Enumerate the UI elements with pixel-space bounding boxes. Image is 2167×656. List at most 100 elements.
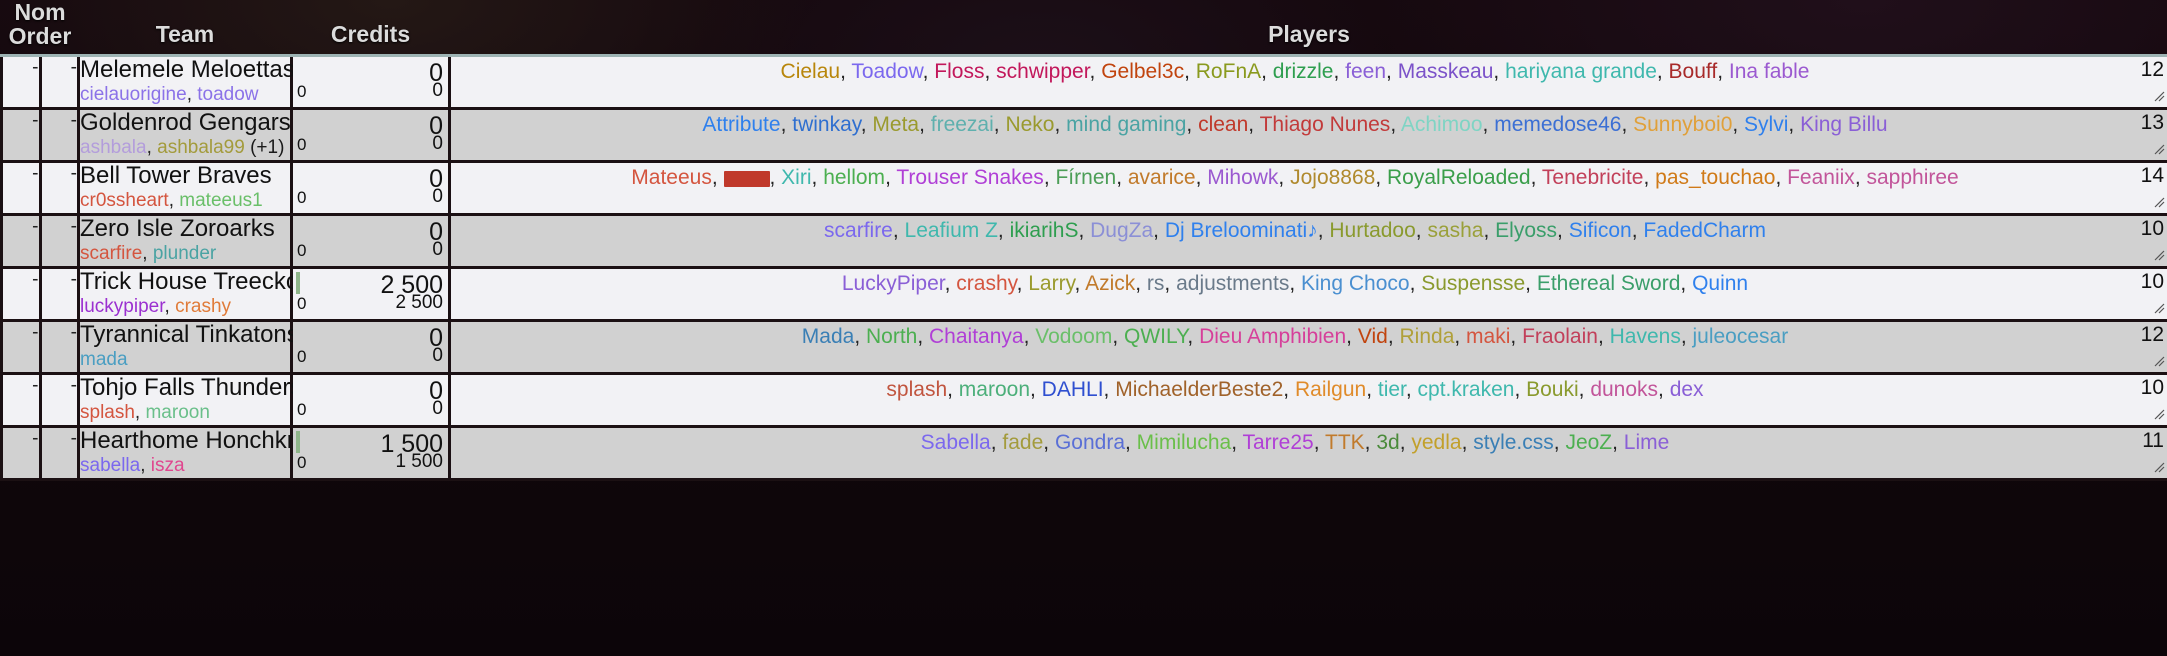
credits-cell[interactable]: 000 <box>290 319 451 376</box>
player-name[interactable]: Suspensse <box>1421 272 1525 295</box>
team-member[interactable]: cr0ssheart <box>80 190 169 211</box>
player-name[interactable]: hariyana grande <box>1505 60 1657 83</box>
player-name[interactable]: sapphiree <box>1866 166 1958 189</box>
order-cell[interactable]: - <box>38 107 80 164</box>
player-name[interactable]: Tenebricite <box>1542 166 1644 189</box>
nom-cell[interactable]: - <box>0 213 42 270</box>
player-name[interactable]: twinkay <box>792 113 860 136</box>
team-member[interactable]: ashbala99 <box>157 137 245 158</box>
team-cell[interactable]: Zero Isle Zoroarks scarfire, plunder <box>77 213 293 270</box>
player-name[interactable]: pas_touchao <box>1655 166 1775 189</box>
team-member[interactable]: mada <box>80 349 128 370</box>
player-name[interactable]: ikiarihS <box>1010 219 1079 242</box>
column-header-team[interactable]: Team <box>78 0 292 58</box>
player-name[interactable]: Gondra <box>1055 431 1125 454</box>
credits-cell[interactable]: 000 <box>290 213 451 270</box>
player-name[interactable]: drizzle <box>1273 60 1334 83</box>
player-name[interactable]: Hurtadoo <box>1329 219 1415 242</box>
player-name[interactable]: QWILY <box>1124 325 1187 348</box>
player-name[interactable]: Havens <box>1610 325 1681 348</box>
team-member[interactable]: maroon <box>145 402 209 423</box>
resize-grip-icon[interactable] <box>2151 194 2165 208</box>
player-name[interactable]: feen <box>1345 60 1386 83</box>
player-name[interactable]: style.css <box>1473 431 1554 454</box>
player-name[interactable]: Mihowk <box>1207 166 1278 189</box>
nom-cell[interactable]: - <box>0 266 42 323</box>
player-name[interactable]: memedose46 <box>1494 113 1621 136</box>
team-cell[interactable]: Tyrannical Tinkatons mada <box>77 319 299 376</box>
player-name[interactable]: dex <box>1670 378 1704 401</box>
player-name[interactable]: Feaniix <box>1787 166 1855 189</box>
team-member[interactable]: scarfire <box>80 243 142 264</box>
column-header-nom-order[interactable]: Nom Order <box>1 0 79 58</box>
nom-cell[interactable]: - <box>0 372 42 429</box>
nom-cell[interactable]: - <box>0 160 42 217</box>
player-name[interactable]: schwipper <box>996 60 1089 83</box>
player-name[interactable]: rs <box>1147 272 1165 295</box>
player-name[interactable]: clean <box>1198 113 1248 136</box>
player-name[interactable]: yedla <box>1411 431 1461 454</box>
player-name[interactable]: Fírnen <box>1055 166 1116 189</box>
team-member[interactable]: splash <box>80 402 135 423</box>
credits-cell[interactable]: 000 <box>290 160 451 217</box>
player-name[interactable]: Fraolain <box>1522 325 1598 348</box>
player-name[interactable]: juleocesar <box>1692 325 1788 348</box>
player-name[interactable]: Sylvi <box>1744 113 1788 136</box>
player-name[interactable]: Sunnyboi0 <box>1633 113 1732 136</box>
order-cell[interactable]: - <box>38 160 80 217</box>
player-name[interactable]: Thiago Nunes <box>1260 113 1391 136</box>
player-name[interactable]: splash <box>886 378 947 401</box>
player-name[interactable]: avarice <box>1128 166 1196 189</box>
player-name[interactable]: Leafium Z <box>905 219 998 242</box>
player-name[interactable]: MichaelderBeste2 <box>1115 378 1283 401</box>
player-name[interactable]: Neko <box>1005 113 1054 136</box>
player-name[interactable]: Gelbel3c <box>1101 60 1184 83</box>
player-name[interactable]: Cielau <box>781 60 841 83</box>
player-name[interactable]: DAHLI <box>1042 378 1104 401</box>
resize-grip-icon[interactable] <box>2151 459 2165 473</box>
player-name[interactable]: Larry <box>1028 272 1074 295</box>
player-name[interactable]: Jojo8868 <box>1290 166 1375 189</box>
player-name[interactable]: DugZa <box>1090 219 1153 242</box>
player-name[interactable]: Meta <box>872 113 919 136</box>
player-name-redacted[interactable] <box>723 170 770 187</box>
player-name[interactable]: Achimoo <box>1401 113 1483 136</box>
team-cell[interactable]: Tohjo Falls Thunders splash, maroon <box>77 372 302 429</box>
order-cell[interactable]: - <box>38 54 80 111</box>
players-cell[interactable]: scarfire, Leafium Z, ikiarihS, DugZa, Dj… <box>448 213 2167 270</box>
player-name[interactable]: sasha <box>1427 219 1483 242</box>
column-header-credits[interactable]: Credits <box>291 0 450 58</box>
team-member[interactable]: cielauorigine <box>80 84 187 105</box>
player-name[interactable]: Vid <box>1358 325 1388 348</box>
player-name[interactable]: Trouser Snakes <box>896 166 1043 189</box>
player-name[interactable]: Ina fable <box>1729 60 1810 83</box>
team-member[interactable]: sabella <box>80 455 140 476</box>
player-name[interactable]: hellom <box>823 166 885 189</box>
player-name[interactable]: RoFnA <box>1196 60 1261 83</box>
player-name[interactable]: North <box>866 325 917 348</box>
team-cell[interactable]: Bell Tower Braves cr0ssheart, mateeus1 <box>77 160 293 217</box>
player-name[interactable]: Sabella <box>921 431 991 454</box>
player-name[interactable]: Lime <box>1624 431 1670 454</box>
player-name[interactable]: 3d <box>1376 431 1399 454</box>
player-name[interactable]: Attribute <box>702 113 780 136</box>
team-member[interactable]: ashbala <box>80 137 147 158</box>
nom-cell[interactable]: - <box>0 425 42 482</box>
credits-cell[interactable]: 000 <box>290 372 451 429</box>
player-name[interactable]: maroon <box>959 378 1030 401</box>
nom-cell[interactable]: - <box>0 107 42 164</box>
player-name[interactable]: Mateeus <box>631 166 712 189</box>
player-name[interactable]: Floss <box>934 60 984 83</box>
player-name[interactable]: Masskeau <box>1398 60 1494 83</box>
player-name[interactable]: scarfire <box>824 219 893 242</box>
player-name[interactable]: Railgun <box>1295 378 1366 401</box>
player-name[interactable]: RoyalReloaded <box>1387 166 1531 189</box>
player-name[interactable]: Bouki <box>1526 378 1579 401</box>
order-cell[interactable]: - <box>38 319 80 376</box>
player-name[interactable]: freezai <box>931 113 994 136</box>
resize-grip-icon[interactable] <box>2151 406 2165 420</box>
team-member[interactable]: crashy <box>175 296 231 317</box>
player-name[interactable]: adjustments <box>1176 272 1289 295</box>
player-name[interactable]: JeoZ <box>1565 431 1612 454</box>
players-cell[interactable]: Attribute, twinkay, Meta, freezai, Neko,… <box>448 107 2167 164</box>
